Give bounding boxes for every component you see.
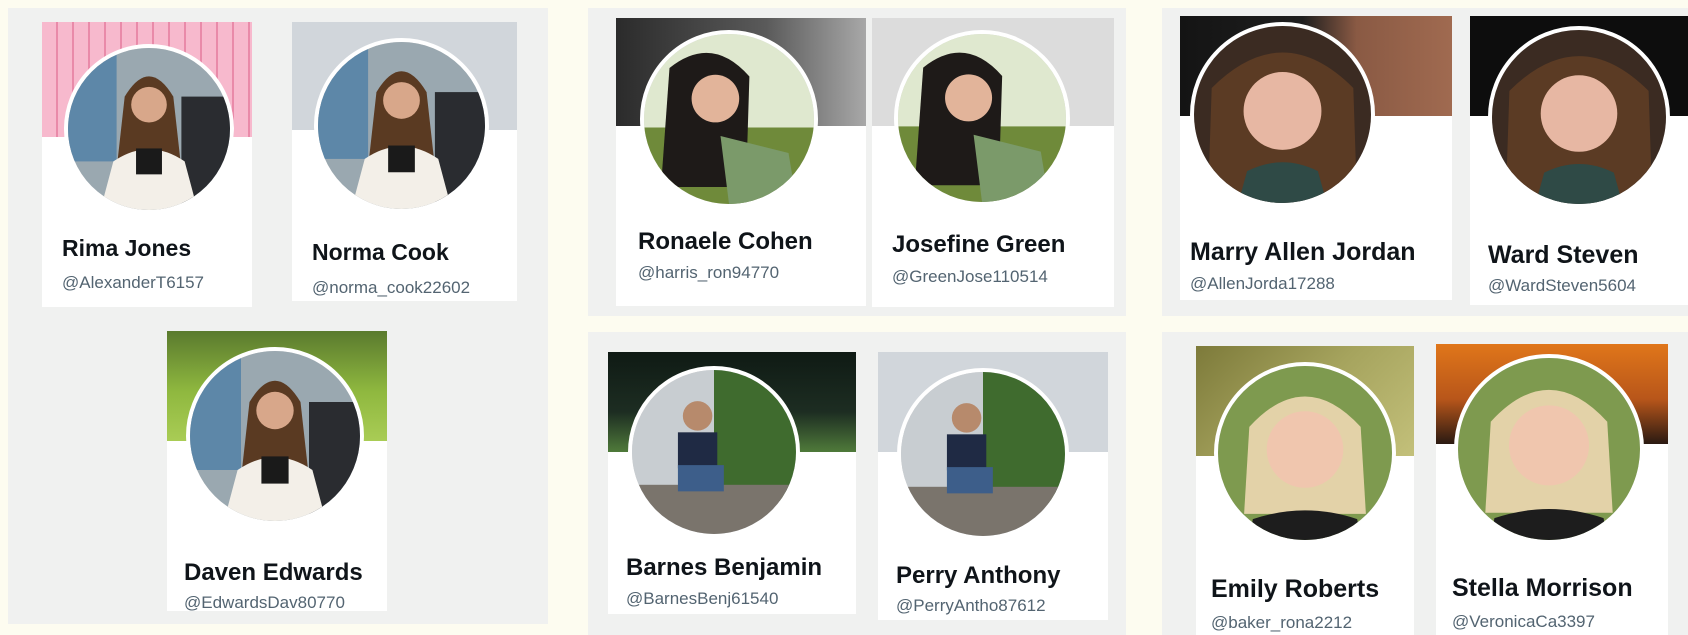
profile-name[interactable]: Rima Jones bbox=[62, 235, 191, 262]
profile-panel: Rima Jones @AlexanderT6157 Norma Cook @n… bbox=[8, 8, 548, 624]
profile-name[interactable]: Ward Steven bbox=[1488, 241, 1639, 270]
profile-name[interactable]: Stella Morrison bbox=[1452, 574, 1633, 603]
profile-card[interactable]: Marry Allen Jordan @AllenJorda17288 bbox=[1180, 16, 1452, 300]
profile-card[interactable]: Emily Roberts @baker_rona2212 bbox=[1196, 346, 1414, 635]
profile-handle[interactable]: @VeronicaCa3397 bbox=[1452, 612, 1595, 632]
profile-avatar[interactable] bbox=[1454, 354, 1644, 544]
profile-handle[interactable]: @BarnesBenj61540 bbox=[626, 589, 778, 609]
profile-panel: Ronaele Cohen @harris_ron94770 Josefine … bbox=[588, 8, 1126, 316]
profile-name[interactable]: Norma Cook bbox=[312, 239, 449, 266]
profile-handle[interactable]: @WardSteven5604 bbox=[1488, 276, 1636, 296]
profile-card[interactable]: Daven Edwards @EdwardsDav80770 bbox=[167, 331, 387, 611]
profile-name[interactable]: Daven Edwards bbox=[184, 559, 363, 587]
profile-panel: Emily Roberts @baker_rona2212 Stella Mor… bbox=[1162, 332, 1688, 635]
profile-card[interactable]: Rima Jones @AlexanderT6157 bbox=[42, 22, 252, 307]
profile-handle[interactable]: @AllenJorda17288 bbox=[1190, 274, 1335, 294]
profile-avatar[interactable] bbox=[314, 38, 489, 213]
profile-handle[interactable]: @GreenJose110514 bbox=[892, 267, 1048, 287]
profile-handle[interactable]: @AlexanderT6157 bbox=[62, 273, 204, 293]
profile-avatar[interactable] bbox=[897, 368, 1069, 540]
profile-name[interactable]: Emily Roberts bbox=[1211, 575, 1379, 604]
profile-avatar[interactable] bbox=[186, 347, 364, 525]
profile-avatar[interactable] bbox=[1488, 26, 1670, 208]
profile-name[interactable]: Josefine Green bbox=[892, 231, 1065, 259]
profile-avatar[interactable] bbox=[628, 366, 800, 538]
profile-avatar[interactable] bbox=[64, 44, 234, 214]
profile-card[interactable]: Ward Steven @WardSteven5604 bbox=[1470, 16, 1688, 305]
profile-card[interactable]: Barnes Benjamin @BarnesBenj61540 bbox=[608, 352, 856, 614]
profile-card[interactable]: Norma Cook @norma_cook22602 bbox=[292, 22, 517, 301]
profile-name[interactable]: Perry Anthony bbox=[896, 562, 1060, 590]
profile-handle[interactable]: @PerryAntho87612 bbox=[896, 596, 1046, 616]
profile-avatar[interactable] bbox=[894, 30, 1070, 206]
profile-card[interactable]: Ronaele Cohen @harris_ron94770 bbox=[616, 18, 866, 306]
profile-card[interactable]: Stella Morrison @VeronicaCa3397 bbox=[1436, 344, 1668, 635]
profile-name[interactable]: Marry Allen Jordan bbox=[1190, 238, 1416, 267]
profile-avatar[interactable] bbox=[1190, 22, 1375, 207]
profile-panel: Barnes Benjamin @BarnesBenj61540 Perry A… bbox=[588, 332, 1126, 635]
profile-name[interactable]: Ronaele Cohen bbox=[638, 228, 813, 256]
profile-avatar[interactable] bbox=[1214, 362, 1396, 544]
profile-handle[interactable]: @harris_ron94770 bbox=[638, 263, 779, 283]
profile-card[interactable]: Josefine Green @GreenJose110514 bbox=[872, 18, 1114, 307]
profile-handle[interactable]: @norma_cook22602 bbox=[312, 278, 470, 298]
profile-card[interactable]: Perry Anthony @PerryAntho87612 bbox=[878, 352, 1108, 620]
profile-name[interactable]: Barnes Benjamin bbox=[626, 554, 822, 582]
profile-panel: Marry Allen Jordan @AllenJorda17288 Ward… bbox=[1162, 8, 1688, 316]
profile-handle[interactable]: @EdwardsDav80770 bbox=[184, 593, 345, 611]
profile-handle[interactable]: @baker_rona2212 bbox=[1211, 613, 1352, 633]
profile-avatar[interactable] bbox=[640, 30, 818, 208]
